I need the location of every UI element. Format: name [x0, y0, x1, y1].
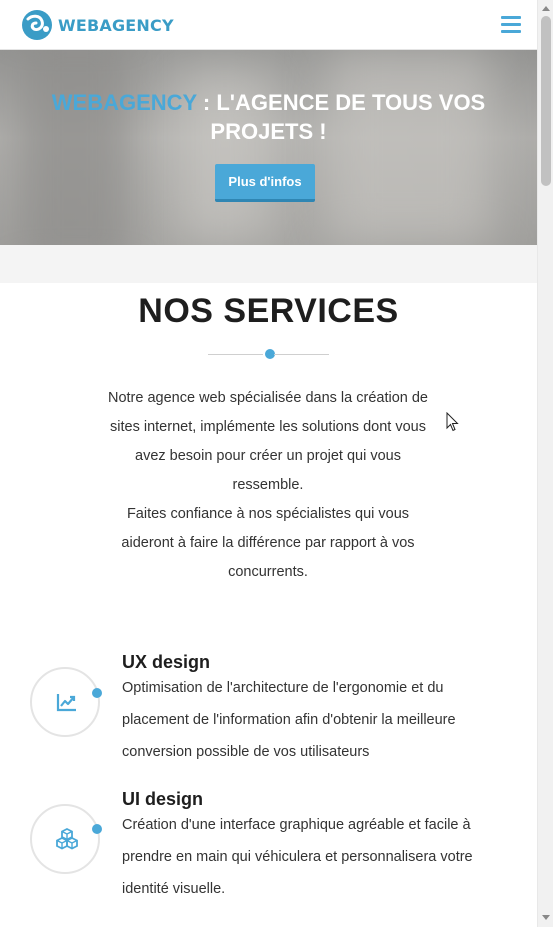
scroll-down-arrow-icon[interactable]: [538, 911, 553, 925]
intro-paragraph-1: Notre agence web spécialisée dans la cré…: [107, 390, 428, 493]
service-icon-circle: [30, 667, 100, 737]
site-header: WEBAGENCY: [0, 0, 537, 50]
logo-text: WEBAGENCY: [58, 15, 174, 35]
hamburger-menu-icon[interactable]: [501, 16, 521, 34]
hero-title-brand: WEBAGENCY: [51, 90, 197, 115]
logo-icon: [22, 10, 52, 40]
service-accent-dot: [92, 824, 102, 834]
hero-title-rest: : L'AGENCE DE TOUS VOS: [196, 90, 486, 115]
page-viewport: WEBAGENCY WEBAGENCY : L'AGENCE DE TOUS V…: [0, 0, 537, 927]
hero-title: WEBAGENCY : L'AGENCE DE TOUS VOS PROJETS…: [0, 88, 537, 146]
scrollbar-thumb[interactable]: [541, 16, 551, 186]
service-description: Optimisation de l'architecture de l'ergo…: [122, 680, 456, 760]
service-title: UX design: [122, 652, 211, 672]
cubes-icon: [56, 827, 78, 850]
mouse-cursor-icon: [446, 412, 459, 432]
section-separator-band: [0, 245, 537, 283]
site-logo[interactable]: WEBAGENCY: [20, 9, 174, 41]
more-info-button[interactable]: Plus d'infos: [215, 164, 315, 202]
hero-title-line2: PROJETS !: [210, 119, 327, 144]
chart-trend-icon: [56, 694, 76, 712]
vertical-scrollbar[interactable]: [537, 0, 553, 927]
service-icon-circle: [30, 804, 100, 874]
intro-paragraph-2: Faites confiance à nos spécialistes qui …: [121, 506, 415, 580]
service-title: UI design: [122, 789, 204, 809]
hero-banner: WEBAGENCY : L'AGENCE DE TOUS VOS PROJETS…: [0, 50, 537, 245]
services-title: NOS SERVICES: [138, 292, 399, 330]
service-accent-dot: [92, 688, 102, 698]
service-description: Création d'une interface graphique agréa…: [122, 817, 473, 897]
services-intro: Notre agence web spécialisée dans la cré…: [100, 384, 436, 587]
scroll-up-arrow-icon[interactable]: [538, 2, 553, 16]
title-divider: [208, 348, 329, 360]
